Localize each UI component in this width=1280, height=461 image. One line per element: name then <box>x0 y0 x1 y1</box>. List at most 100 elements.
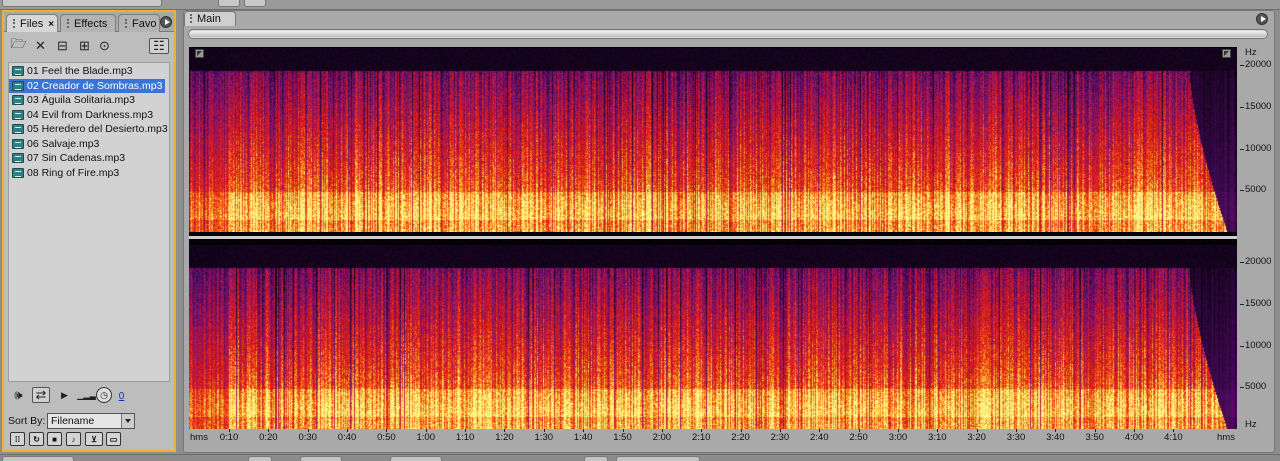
audio-file-icon <box>12 66 24 76</box>
panel-menu-icon[interactable] <box>1256 13 1268 25</box>
loop-icon[interactable]: ⇄ <box>32 387 50 403</box>
channel-divider <box>189 236 1237 239</box>
top-toolbar-button[interactable] <box>244 0 266 7</box>
file-item[interactable]: 04 Evil from Darkness.mp3 <box>9 108 169 123</box>
grip-icon <box>125 19 129 28</box>
file-item-selected[interactable]: 02 Creador de Sombras.mp3 <box>9 78 165 93</box>
time-tick <box>976 429 978 432</box>
status-button[interactable] <box>584 456 608 461</box>
status-button[interactable] <box>616 456 700 461</box>
sort-row: Sort By: Filename <box>4 412 174 430</box>
frequency-tick-label: 20000 <box>1245 256 1272 268</box>
time-tick-label: 1:10 <box>455 432 475 443</box>
time-ruler[interactable]: hms 0:10 0:20 0:30 0:40 0:50 1:00 1:10 1:20 1:30 1… <box>189 429 1237 447</box>
audio-file-icon <box>12 95 24 105</box>
file-item[interactable]: 07 Sin Cadenas.mp3 <box>9 151 169 166</box>
close-tab-icon[interactable]: × <box>48 19 54 30</box>
time-tick-label: 0:40 <box>337 432 357 443</box>
spectrogram-right-channel[interactable] <box>189 245 1237 429</box>
file-item[interactable]: 05 Heredero del Desierto.mp3 <box>9 122 169 137</box>
sort-label: Sort By: <box>8 415 46 427</box>
time-tick <box>347 429 349 432</box>
auto-play-icon[interactable]: ⁞⁞ <box>10 432 25 446</box>
time-tick <box>307 429 309 432</box>
filter-icon[interactable]: ⊻ <box>85 432 103 446</box>
top-toolbar-button[interactable] <box>218 0 240 7</box>
panel-menu-icon[interactable] <box>160 16 172 28</box>
time-tick <box>425 429 427 432</box>
frequency-tick <box>1240 345 1244 347</box>
time-tick-label: 3:50 <box>1085 432 1104 443</box>
time-tick <box>268 429 270 432</box>
time-tick-label: 3:30 <box>1006 432 1026 443</box>
time-tick-label: 2:40 <box>810 432 829 443</box>
audio-file-icon <box>12 109 24 120</box>
import-icon[interactable]: ⊟ <box>54 38 71 54</box>
files-panel: Files × Effects Favo 🗁 ✕ ⊟ ⊞ ⊙ ☷ 01 Feel … <box>2 10 176 452</box>
stop-preview-icon[interactable]: ■ <box>47 432 62 446</box>
frequency-tick-label: 5000 <box>1245 381 1267 393</box>
grip-icon <box>13 19 17 28</box>
time-tick <box>1134 429 1136 432</box>
zoom-navigator-bar[interactable] <box>188 29 1268 39</box>
show-options-icon[interactable]: ☷ <box>149 38 169 54</box>
file-item[interactable]: 08 Ring of Fire.mp3 <box>9 166 169 181</box>
frequency-tick <box>1240 387 1244 389</box>
frequency-tick-label: 15000 <box>1245 100 1272 112</box>
status-button[interactable] <box>390 456 442 461</box>
zoom-navigator-thumb[interactable] <box>190 31 1266 37</box>
time-tick <box>819 429 821 432</box>
insert-into-multitrack-icon[interactable]: ⊞ <box>76 38 93 54</box>
time-tick-label: 2:00 <box>652 432 672 443</box>
tab-files[interactable]: Files × <box>6 14 58 32</box>
fade-out-handle-icon[interactable] <box>1222 49 1231 58</box>
show-file-details-icon[interactable]: ▭ <box>106 432 121 446</box>
time-tick-label: 4:10 <box>1164 432 1183 443</box>
frequency-tick <box>1240 148 1244 150</box>
time-tick <box>897 429 899 432</box>
time-tick-label: 3:10 <box>928 432 947 443</box>
sort-select[interactable]: Filename <box>47 413 135 429</box>
chevron-down-icon <box>121 414 134 428</box>
frequency-tick <box>1240 106 1244 108</box>
time-tick-label: 3:40 <box>1046 432 1065 443</box>
workspace-scroll-handle[interactable] <box>2 0 162 7</box>
volume-bars-icon: ▁▂▃ <box>77 390 96 400</box>
tab-favorites[interactable]: Favo <box>118 14 160 32</box>
close-file-icon[interactable]: ✕ <box>32 38 49 54</box>
files-toolbar: 🗁 ✕ ⊟ ⊞ ⊙ ☷ <box>4 34 174 58</box>
frequency-tick-label: 15000 <box>1245 297 1272 309</box>
speaker-icon[interactable]: 🕪 <box>10 387 27 403</box>
time-tick-label: 2:30 <box>770 432 790 443</box>
spectral-display[interactable] <box>189 47 1237 429</box>
frequency-unit-label: Hz <box>1245 47 1257 58</box>
frequency-tick <box>1240 262 1244 264</box>
play-icon[interactable]: ▶ <box>56 387 73 403</box>
tab-effects[interactable]: Effects <box>60 14 116 32</box>
frequency-tick-label: 20000 <box>1245 59 1272 71</box>
application-bottom-strip <box>0 454 1280 461</box>
file-item[interactable]: 03 Águila Solitaria.mp3 <box>9 93 169 108</box>
tab-main[interactable]: Main <box>184 11 236 26</box>
status-button[interactable] <box>2 456 74 461</box>
spectrogram-left-channel[interactable] <box>189 48 1237 232</box>
volume-preview-icon[interactable]: ♪ <box>66 432 81 446</box>
volume-value[interactable]: 0 <box>113 388 130 404</box>
file-item[interactable]: 06 Salvaje.mp3 <box>9 137 169 152</box>
volume-knob-icon[interactable]: ◷ <box>96 387 112 403</box>
frequency-tick <box>1240 303 1244 305</box>
bottom-toolbar: ⁞⁞ ↻ ■ ♪ ⊻ ▭ <box>8 432 174 448</box>
fade-in-handle-icon[interactable] <box>195 49 204 58</box>
file-list[interactable]: 01 Feel the Blade.mp3 02 Creador de Somb… <box>8 62 170 382</box>
time-tick <box>386 429 388 432</box>
status-button[interactable] <box>300 456 342 461</box>
loop-preview-icon[interactable]: ↻ <box>29 432 44 446</box>
time-tick <box>858 429 860 432</box>
edit-file-icon[interactable]: ⊙ <box>96 38 113 54</box>
audio-file-icon <box>12 80 24 91</box>
time-tick <box>1055 429 1057 432</box>
status-button[interactable] <box>248 456 272 461</box>
open-file-icon[interactable]: 🗁 <box>10 36 27 54</box>
file-item[interactable]: 01 Feel the Blade.mp3 <box>9 64 169 79</box>
audio-file-icon <box>12 138 24 149</box>
